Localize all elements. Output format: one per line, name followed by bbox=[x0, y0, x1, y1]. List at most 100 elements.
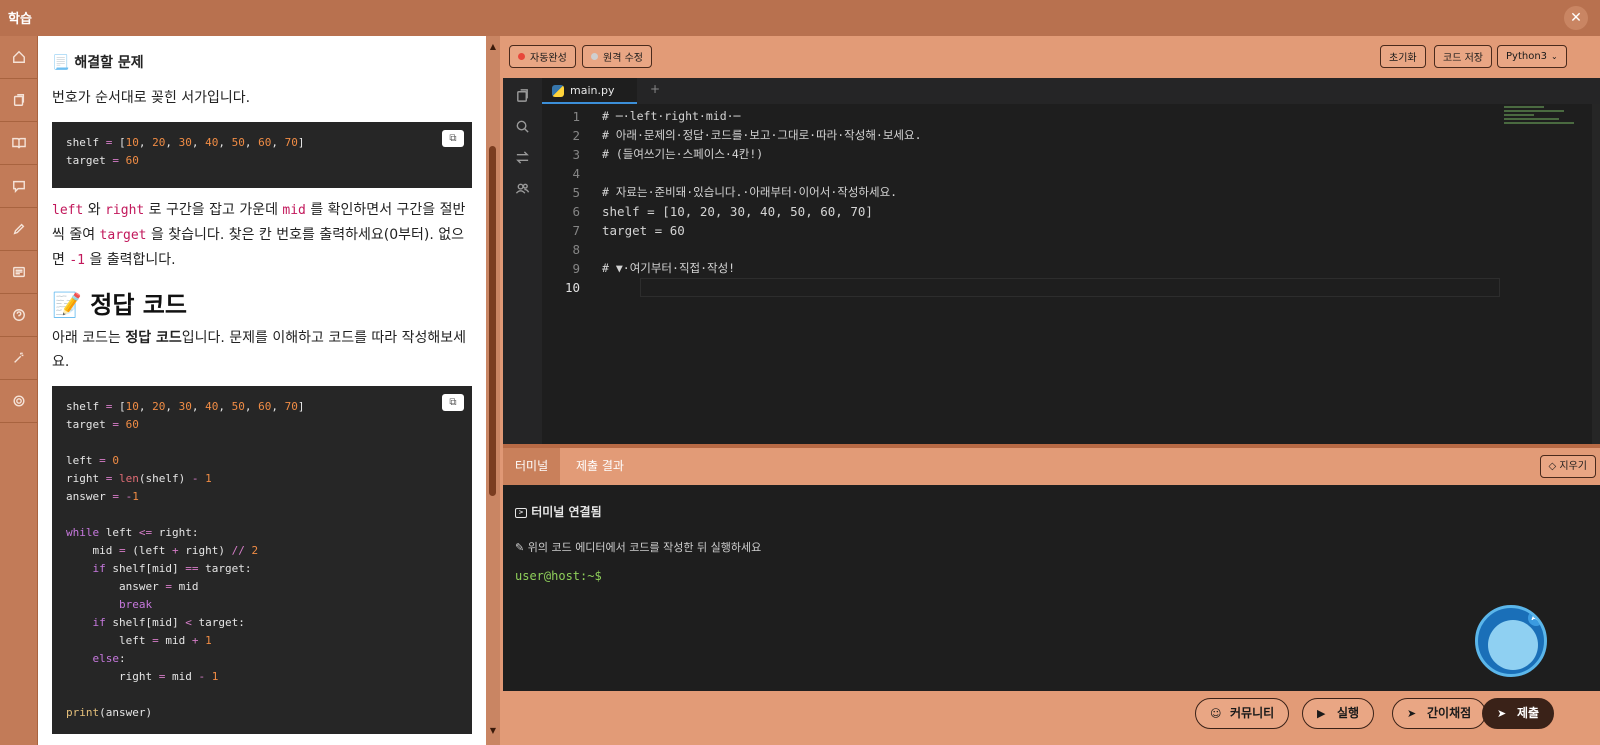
window-titlebar: 학습 ✕ bbox=[0, 0, 1600, 36]
tab-submit-results[interactable]: 제출 결과 bbox=[564, 448, 636, 485]
terminal-panel[interactable]: > 터미널 연결됨 ✎ 위의 코드 에디터에서 코드를 작성한 뒤 실행하세요 … bbox=[503, 485, 1600, 691]
code-line: left = 0 bbox=[66, 454, 119, 467]
rail-wand[interactable] bbox=[0, 337, 38, 380]
inline-code: mid bbox=[282, 203, 306, 218]
rail-copy[interactable] bbox=[0, 79, 38, 122]
community-button[interactable]: ☺ 커뮤니티 bbox=[1195, 698, 1290, 729]
line-number: 3 bbox=[572, 147, 580, 162]
rail-help[interactable] bbox=[0, 294, 38, 337]
save-code-button[interactable]: 코드 저장 bbox=[1434, 45, 1492, 68]
editor-line: 8 bbox=[542, 240, 1542, 259]
code-line: right = mid - 1 bbox=[66, 670, 219, 683]
line-number: 9 bbox=[572, 261, 580, 276]
action-bar: ☺ 커뮤니티 ▶ 실행 ➤ 간이채점 ➤ 제출 bbox=[500, 691, 1600, 745]
editor-line: 6 shelf = [10, 20, 30, 40, 50, 60, 70] bbox=[542, 202, 1542, 221]
chevron-down-icon: ⌄ bbox=[1551, 52, 1558, 61]
remote-edit-toggle[interactable]: 원격 수정 bbox=[582, 45, 652, 68]
submit-icon: ➤ bbox=[1497, 707, 1507, 720]
code-line: while left <= right: bbox=[66, 526, 199, 539]
remote-edit-label: 원격 수정 bbox=[603, 53, 643, 64]
line-text: # ─·left·right·mid·─ bbox=[602, 109, 741, 123]
editor-line: 3 # (들여쓰기는·스페이스·4칸!) bbox=[542, 145, 1542, 164]
close-icon[interactable]: ✕ bbox=[1564, 6, 1588, 30]
submit-button[interactable]: ➤ 제출 bbox=[1482, 698, 1555, 729]
files-icon[interactable] bbox=[515, 88, 530, 103]
editor-minimap[interactable] bbox=[1504, 106, 1598, 136]
problem-heading: 📃 해결할 문제 bbox=[52, 52, 472, 72]
add-tab-icon[interactable]: + bbox=[650, 82, 660, 96]
code-line: if shelf[mid] < target: bbox=[92, 616, 245, 629]
search-icon[interactable] bbox=[515, 119, 530, 134]
line-text: # (들여쓰기는·스페이스·4칸!) bbox=[602, 147, 764, 161]
language-select[interactable]: Python3 ⌄ bbox=[1497, 45, 1567, 68]
terminal-hint-text: 위의 코드 에디터에서 코드를 작성한 뒤 실행하세요 bbox=[527, 541, 762, 554]
scroll-icon: 📃 bbox=[52, 55, 70, 71]
tab-main-py[interactable]: main.py bbox=[542, 78, 637, 104]
answer-heading: 📝 정답 코드 bbox=[52, 285, 472, 320]
line-number: 10 bbox=[564, 280, 580, 295]
line-number: 7 bbox=[572, 223, 580, 238]
pencil-icon bbox=[13, 223, 25, 235]
autocomplete-toggle[interactable]: 자동완성 bbox=[509, 45, 576, 68]
users-icon[interactable] bbox=[515, 181, 530, 196]
problem-intro: 번호가 순서대로 꽂힌 서가입니다. bbox=[52, 90, 251, 106]
help-icon bbox=[13, 309, 25, 321]
code-line: if shelf[mid] == target: bbox=[92, 562, 252, 575]
reset-label: 초기화 bbox=[1389, 53, 1417, 64]
rail-pencil[interactable] bbox=[0, 208, 38, 251]
save-label: 코드 저장 bbox=[1443, 53, 1483, 64]
clear-button[interactable]: ◇ 지우기 bbox=[1539, 455, 1596, 478]
editor-scrollbar[interactable] bbox=[1592, 104, 1600, 444]
book-icon bbox=[12, 137, 26, 149]
code-editor[interactable]: main.py + 1 # ─·left·right·mid·─ 2 # 아래·문제… bbox=[503, 78, 1600, 444]
rail-list[interactable] bbox=[0, 251, 38, 294]
quick-grade-button[interactable]: ➤ 간이채점 bbox=[1392, 698, 1487, 729]
send-icon: ➤ bbox=[1407, 707, 1417, 720]
rail-chat[interactable] bbox=[0, 165, 38, 208]
line-number: 4 bbox=[572, 166, 580, 181]
inline-code: target bbox=[99, 228, 147, 243]
answer-intro-text: 아래 코드는 bbox=[52, 330, 126, 346]
run-button[interactable]: ▶ 실행 bbox=[1302, 698, 1375, 729]
editor-line-current[interactable]: 10 bbox=[542, 278, 1542, 297]
terminal-icon: > bbox=[515, 507, 527, 518]
code-line: answer = mid bbox=[66, 580, 199, 593]
lesson-scrollbar[interactable]: ▲ ▼ bbox=[486, 36, 500, 745]
editor-line: 5 # 자료는·준비돼·있습니다.·아래부터·이어서·작성하세요. bbox=[542, 183, 1542, 202]
desc-text: 로 구간을 잡고 가운데 bbox=[144, 202, 283, 218]
clear-label: 지우기 bbox=[1559, 461, 1587, 472]
reset-button[interactable]: 초기화 bbox=[1380, 45, 1426, 68]
answer-intro: 아래 코드는 정답 코드입니다. 문제를 이해하고 코드를 따라 작성해보세요. bbox=[52, 326, 472, 374]
code-line: shelf = [10, 20, 30, 40, 50, 60, 70] bbox=[66, 136, 305, 149]
tab-terminal[interactable]: 터미널 bbox=[503, 448, 561, 485]
answer-heading-text: 정답 코드 bbox=[90, 291, 187, 319]
desc-text: 을 출력합니다. bbox=[85, 252, 176, 268]
editor-tabs: main.py + bbox=[542, 78, 1600, 104]
code-line: shelf = [10, 20, 30, 40, 50, 60, 70] bbox=[66, 400, 305, 413]
terminal-status-text: 터미널 연결됨 bbox=[531, 505, 602, 519]
copy-code-button[interactable]: ⧉ bbox=[442, 394, 464, 411]
editor-line: 7 target = 60 bbox=[542, 221, 1542, 240]
scroll-down-icon[interactable]: ▼ bbox=[488, 726, 498, 735]
code-line: print(answer) bbox=[66, 706, 153, 719]
inline-code: right bbox=[105, 203, 145, 218]
scroll-up-icon[interactable]: ▲ bbox=[488, 42, 498, 51]
rail-book[interactable] bbox=[0, 122, 38, 165]
copy-code-button[interactable]: ⧉ bbox=[442, 130, 464, 147]
answer-code-block: ⧉ shelf = [10, 20, 30, 40, 50, 60, 70] tar… bbox=[52, 386, 472, 734]
code-line: mid = (left + right) // 2 bbox=[66, 544, 259, 557]
current-line-highlight bbox=[640, 278, 1500, 297]
scroll-thumb[interactable] bbox=[489, 146, 496, 496]
rail-home[interactable] bbox=[0, 36, 38, 79]
run-label: 실행 bbox=[1337, 706, 1360, 720]
python-icon bbox=[552, 85, 564, 97]
rail-settings[interactable] bbox=[0, 380, 38, 423]
inline-code: -1 bbox=[69, 253, 85, 268]
ai-assistant-button[interactable]: AI bbox=[1475, 605, 1547, 677]
swap-icon[interactable] bbox=[515, 150, 530, 165]
line-text: target = 60 bbox=[602, 223, 685, 238]
community-label: 커뮤니티 bbox=[1230, 706, 1275, 720]
mascot-icon bbox=[1488, 620, 1538, 670]
code-line: target = 60 bbox=[66, 154, 139, 167]
